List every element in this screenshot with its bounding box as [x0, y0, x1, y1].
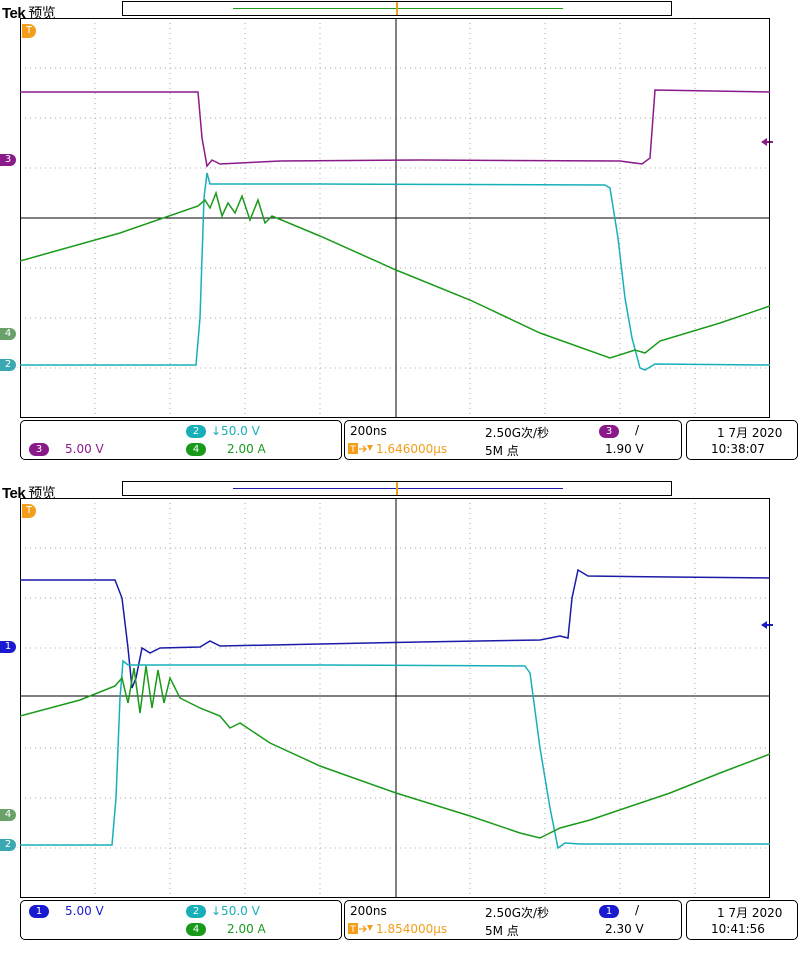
ch1-trace: [20, 568, 770, 689]
ch1-badge: 1: [29, 905, 49, 919]
ch3-trace: [20, 89, 770, 168]
ch2-scale: ↓50.0 V: [211, 424, 260, 438]
trigger-level: 1.90 V: [605, 442, 644, 456]
ch2-trace: [20, 659, 770, 850]
timebase: 200ns: [350, 424, 387, 438]
date-label: 1 7月 2020: [717, 906, 783, 920]
vertical-scale-panel[interactable]: 1 5.00 V 2 ↓50.0 V 4 2.00 A: [20, 900, 342, 940]
record-length: 5M 点: [485, 924, 519, 938]
ch1-level-indicator[interactable]: 1: [0, 641, 16, 653]
ch2-badge: 2: [186, 425, 206, 439]
ch4-scale: 2.00 A: [227, 442, 266, 456]
vertical-scale-panel[interactable]: 2 ↓50.0 V 3 5.00 V 4 2.00 A: [20, 420, 342, 460]
record-overview-bar[interactable]: [122, 481, 672, 496]
waveform-grid: [20, 18, 770, 418]
ch2-level-indicator[interactable]: 2: [0, 359, 16, 371]
waveform-display[interactable]: [20, 498, 770, 898]
acquisition-panel[interactable]: 200ns 2.50G次/秒 3 / T 1.646000µs 5M 点 1.9…: [344, 420, 682, 460]
ch2-trace: [20, 172, 770, 371]
svg-text:T: T: [349, 925, 356, 935]
ch4-level-indicator[interactable]: 4: [0, 809, 16, 821]
datetime-panel: 1 7月 2020 10:38:07: [686, 420, 798, 460]
ch4-trace: [20, 665, 770, 839]
sample-rate: 2.50G次/秒: [485, 426, 550, 440]
ch1-scale: 5.00 V: [65, 904, 104, 918]
ch4-scale: 2.00 A: [227, 922, 266, 936]
trigger-channel-badge: 3: [599, 425, 619, 439]
record-overview-bar[interactable]: [122, 1, 672, 16]
time-label: 10:38:07: [711, 442, 765, 456]
trigger-slope-icon: /: [635, 903, 640, 917]
ch4-badge: 4: [186, 443, 206, 457]
timebase: 200ns: [350, 904, 387, 918]
waveform-grid: [20, 498, 770, 898]
waveform-display[interactable]: [20, 18, 770, 418]
scope-capture-bottom: Tek 预览 T 1 4 2 1 5.00 V 2 ↓50.0 V 4 2.00…: [0, 480, 800, 960]
trigger-slope-icon: /: [635, 423, 640, 437]
trigger-delay-icon: T: [348, 443, 374, 455]
time-label: 10:41:56: [711, 922, 765, 936]
trigger-delay: 1.646000µs: [376, 442, 448, 456]
acquisition-panel[interactable]: 200ns 2.50G次/秒 1 / T 1.854000µs 5M 点 2.3…: [344, 900, 682, 940]
sample-rate: 2.50G次/秒: [485, 906, 550, 920]
record-length: 5M 点: [485, 444, 519, 458]
datetime-panel: 1 7月 2020 10:41:56: [686, 900, 798, 940]
graticule: [20, 498, 770, 898]
ch2-scale: ↓50.0 V: [211, 904, 260, 918]
trigger-channel-badge: 1: [599, 905, 619, 919]
ch2-level-indicator[interactable]: 2: [0, 839, 16, 851]
ch3-level-indicator[interactable]: 3: [0, 154, 16, 166]
ch4-level-indicator[interactable]: 4: [0, 328, 16, 340]
ch4-badge: 4: [186, 923, 206, 937]
scope-capture-top: Tek 预览 T 3 4 2 2 ↓50.0 V 3 5.00 V 4 2.00…: [0, 0, 800, 480]
svg-text:T: T: [349, 445, 356, 455]
date-label: 1 7月 2020: [717, 426, 783, 440]
ch3-scale: 5.00 V: [65, 442, 104, 456]
ch2-badge: 2: [186, 905, 206, 919]
trigger-delay: 1.854000µs: [376, 922, 448, 936]
ch3-badge: 3: [29, 443, 49, 457]
trigger-delay-icon: T: [348, 923, 374, 935]
trigger-level: 2.30 V: [605, 922, 644, 936]
